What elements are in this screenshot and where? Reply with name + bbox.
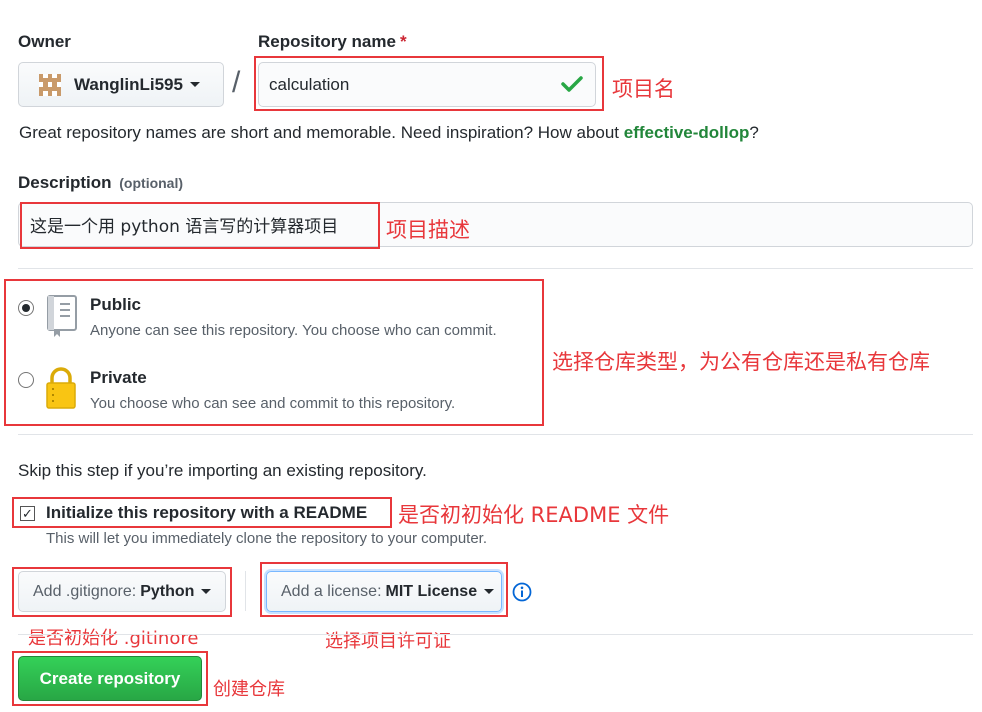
vertical-divider [245, 571, 246, 611]
readme-hint: This will let you immediately clone the … [46, 530, 488, 547]
annotation-repo-name: 项目名 [612, 77, 675, 101]
annotation-box-description [20, 202, 380, 249]
required-mark: * [399, 32, 407, 51]
annotation-readme: 是否初初始化 README 文件 [398, 503, 670, 527]
owner-repo-separator: / [232, 66, 241, 99]
info-icon[interactable] [512, 582, 532, 602]
divider [18, 434, 973, 435]
annotation-description: 项目描述 [386, 218, 470, 242]
owner-username: WanglinLi595 [74, 74, 183, 94]
annotation-box-license [260, 562, 508, 617]
owner-select[interactable]: WanglinLi595 [18, 62, 224, 107]
owner-label: Owner [18, 32, 71, 51]
name-suggestion-link[interactable]: effective-dollop [624, 123, 750, 142]
chevron-down-icon [189, 82, 200, 87]
annotation-box-create [12, 651, 208, 706]
name-hint: Great repository names are short and mem… [19, 123, 759, 142]
annotation-visibility: 选择仓库类型，为公有仓库还是私有仓库 [552, 350, 930, 374]
pixel-avatar-icon [39, 73, 61, 96]
annotation-box-readme [12, 497, 392, 528]
annotation-create: 创建仓库 [213, 679, 285, 700]
annotation-box-gitignore [12, 567, 232, 617]
skip-note: Skip this step if you’re importing an ex… [18, 461, 427, 480]
description-label: Description (optional) [18, 173, 184, 192]
divider [18, 268, 973, 269]
annotation-gitignore: 是否初始化 .gitinore [28, 628, 199, 649]
annotation-box-visibility [4, 279, 544, 426]
annotation-license: 选择项目许可证 [325, 631, 451, 652]
repo-name-label: Repository name * [258, 32, 407, 51]
divider [18, 634, 973, 635]
annotation-box-repo-name [254, 56, 604, 111]
description-optional: (optional) [119, 175, 184, 191]
